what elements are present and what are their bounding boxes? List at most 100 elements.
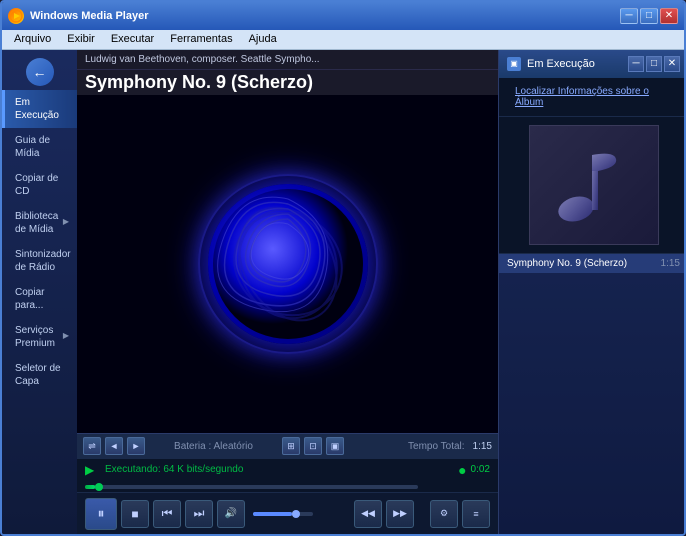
rewind-icon: ◀◀ [361, 508, 375, 519]
artist-info: Ludwig van Beethoven, composer. Seattle … [77, 50, 498, 70]
sidebar-item-radio[interactable]: Sintonizador de Rádio [2, 242, 77, 280]
visualization-area[interactable] [77, 95, 498, 433]
stop-button[interactable]: ■ [121, 500, 149, 528]
volume-button[interactable]: 🔊 [217, 500, 245, 528]
minimize-button[interactable]: ─ [620, 8, 638, 24]
playlist-track-duration: 1:15 [661, 258, 680, 269]
sidebar-item-biblioteca[interactable]: Biblioteca de Mídia ▶ [2, 204, 77, 242]
volume-slider[interactable] [253, 512, 313, 516]
sidebar-label: Biblioteca de Mídia [15, 210, 63, 236]
panel-title-row: ▣ Em Execução [507, 57, 595, 71]
extra-view-icon: ⊡ [309, 441, 317, 452]
sidebar: ← Em Execução Guia de Mídia Copiar de CD… [2, 50, 77, 534]
content-area: Ludwig van Beethoven, composer. Seattle … [77, 50, 498, 534]
sidebar-label: Sintonizador de Rádio [15, 248, 71, 274]
play-small-icon: ► [132, 441, 141, 451]
progress-fill [85, 485, 95, 489]
right-panel-header: ▣ Em Execução ─ □ ✕ [499, 50, 686, 78]
album-art-area [499, 117, 686, 254]
sidebar-item-copiar-cd[interactable]: Copiar de CD [2, 166, 77, 204]
next-icon: ⏭ [194, 506, 205, 521]
menu-ajuda[interactable]: Ajuda [241, 31, 285, 47]
progress-thumb[interactable] [95, 483, 103, 491]
settings-icon: ⚙ [440, 508, 448, 519]
fastforward-icon: ▶▶ [393, 508, 407, 519]
list-item[interactable]: Symphony No. 9 (Scherzo) 1:15 [499, 254, 686, 273]
viz-circle [208, 184, 368, 344]
menu-extra-button[interactable]: ≡ [462, 500, 490, 528]
menu-exibir[interactable]: Exibir [59, 31, 103, 47]
prev-button[interactable]: ⏮ [153, 500, 181, 528]
extra-view-button[interactable]: ⊡ [304, 437, 322, 455]
sidebar-item-em-execucao[interactable]: Em Execução [2, 90, 77, 128]
volume-fill [253, 512, 292, 516]
music-note-svg [544, 137, 644, 232]
close-button[interactable]: ✕ [660, 8, 678, 24]
status-dot: ● [458, 462, 466, 478]
settings-button[interactable]: ⚙ [430, 500, 458, 528]
menu-arquivo[interactable]: Arquivo [6, 31, 59, 47]
restore-button[interactable]: □ [640, 8, 658, 24]
prev-icon: ⏮ [162, 506, 173, 521]
sidebar-label: Seletor de Capa [15, 362, 69, 388]
playback-controls: ⏸ ■ ⏮ ⏭ 🔊 [77, 492, 498, 534]
controls-bar: ⇌ ◄ ► Bateria : Aleatório ⊞ ⊡ ▣ Tem [77, 433, 498, 458]
fullscreen-button[interactable]: ⊞ [282, 437, 300, 455]
progress-track[interactable] [85, 485, 418, 489]
panel-controls: ─ □ ✕ [628, 56, 680, 72]
menu-ferramentas[interactable]: Ferramentas [162, 31, 240, 47]
prev-small-icon: ◄ [110, 441, 119, 451]
menu-bar: Arquivo Exibir Executar Ferramentas Ajud… [2, 30, 684, 50]
panel-icon: ▣ [507, 57, 521, 71]
video-button[interactable]: ▣ [326, 437, 344, 455]
album-art[interactable] [529, 125, 659, 245]
sidebar-item-guia-midia[interactable]: Guia de Mídia [2, 128, 77, 166]
title-bar: Windows Media Player ─ □ ✕ [2, 2, 684, 30]
sidebar-item-copiar-para[interactable]: Copiar para... [2, 280, 77, 318]
chevron-right-icon: ▶ [63, 331, 69, 341]
rewind-button[interactable]: ◀◀ [354, 500, 382, 528]
shuffle-icon: ⇌ [88, 441, 96, 452]
next-button[interactable]: ⏭ [185, 500, 213, 528]
playlist-track-title: Symphony No. 9 (Scherzo) [507, 258, 627, 269]
find-info-link[interactable]: Localizar Informações sobre o Álbum [507, 84, 680, 110]
stop-icon: ■ [131, 507, 138, 521]
sidebar-item-premium[interactable]: Serviços Premium ▶ [2, 318, 77, 356]
play-status-icon: ▶ [85, 463, 99, 477]
bitrate-status: Executando: 64 K bits/segundo [105, 464, 458, 475]
sidebar-label: Guia de Mídia [15, 134, 69, 160]
sidebar-label: Copiar de CD [15, 172, 69, 198]
sidebar-label: Serviços Premium [15, 324, 63, 350]
sidebar-label: Em Execução [15, 96, 69, 122]
shuffle-button[interactable]: ⇌ [83, 437, 101, 455]
right-panel: ▣ Em Execução ─ □ ✕ Localizar Informaçõe… [498, 50, 686, 534]
fastforward-button[interactable]: ▶▶ [386, 500, 414, 528]
back-icon: ← [33, 64, 47, 80]
menu-extra-icon: ≡ [473, 509, 478, 519]
panel-restore-button[interactable]: □ [646, 56, 662, 72]
battery-status: Bateria : Aleatório [149, 441, 278, 452]
prev-small-button[interactable]: ◄ [105, 437, 123, 455]
video-icon: ▣ [331, 441, 340, 452]
sidebar-item-seletor-capa[interactable]: Seletor de Capa [2, 356, 77, 394]
app-icon [8, 8, 24, 24]
window-title: Windows Media Player [30, 10, 620, 22]
sidebar-label: Copiar para... [15, 286, 69, 312]
pause-button[interactable]: ⏸ [85, 498, 117, 530]
panel-close-button[interactable]: ✕ [664, 56, 680, 72]
progress-bar-container[interactable] [77, 480, 498, 492]
back-button[interactable]: ← [26, 58, 54, 86]
total-time-label: Tempo Total: [408, 441, 465, 452]
menu-executar[interactable]: Executar [103, 31, 162, 47]
play-small-button[interactable]: ► [127, 437, 145, 455]
viz-svg [208, 184, 368, 344]
app-window: Windows Media Player ─ □ ✕ Arquivo Exibi… [0, 0, 686, 536]
panel-title: Em Execução [527, 58, 595, 70]
total-time-value: 1:15 [473, 441, 492, 452]
volume-thumb[interactable] [292, 510, 300, 518]
panel-minimize-button[interactable]: ─ [628, 56, 644, 72]
playlist: Symphony No. 9 (Scherzo) 1:15 [499, 254, 686, 534]
track-title: Symphony No. 9 (Scherzo) [77, 70, 498, 95]
main-container: ← Em Execução Guia de Mídia Copiar de CD… [2, 50, 686, 534]
pause-icon: ⏸ [98, 505, 105, 522]
